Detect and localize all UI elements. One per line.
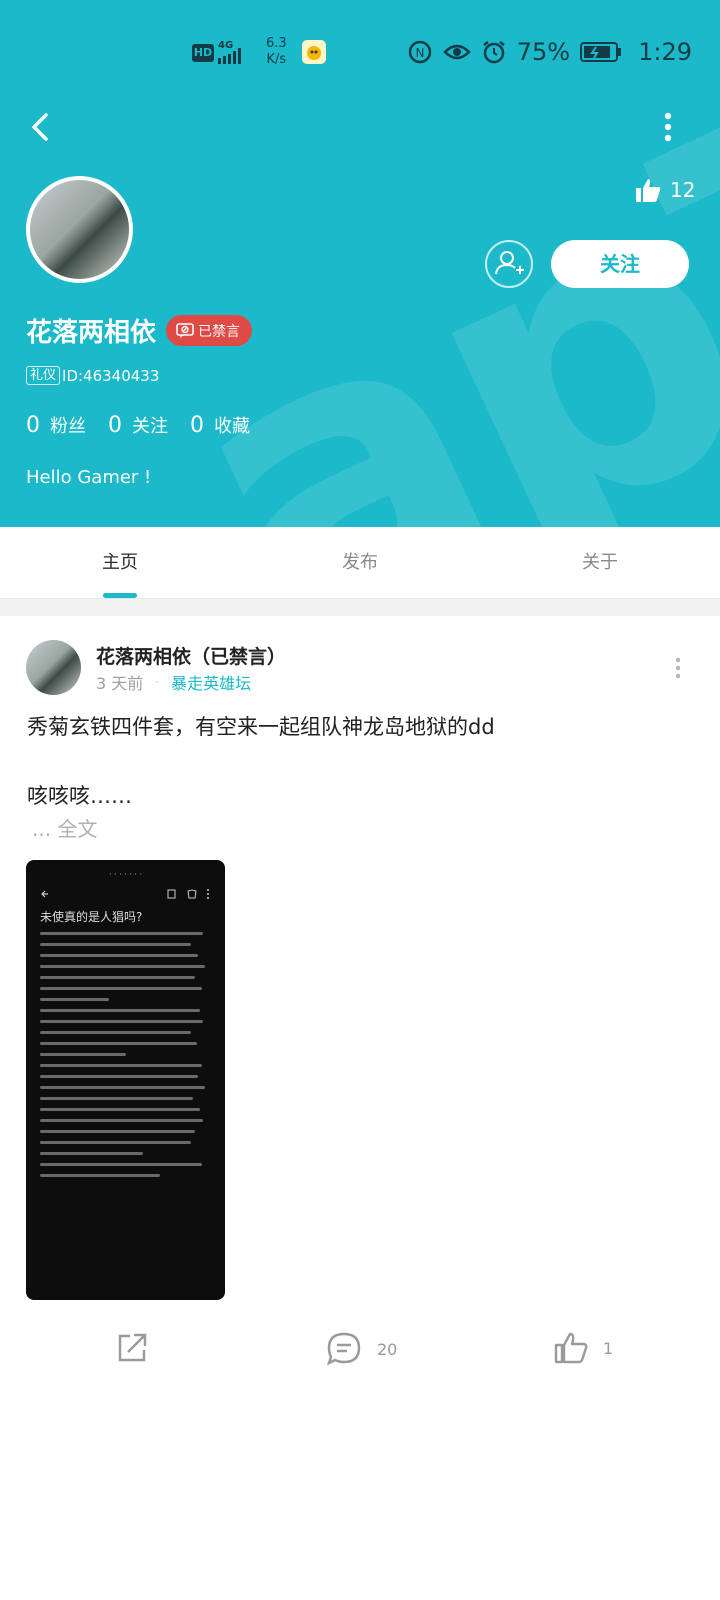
profile-header: apTap HD 4G 6.3 K/s N 75% 1:29 12 关注 花落两… <box>0 0 720 527</box>
follow-button[interactable]: 关注 <box>551 240 689 288</box>
share-button[interactable] <box>114 1330 150 1366</box>
add-friend-button[interactable] <box>485 240 533 288</box>
id-row: 礼仪 ID:46340433 <box>26 366 159 385</box>
signal-icon <box>218 48 241 64</box>
back-button[interactable] <box>26 112 56 142</box>
stat-number: 0 <box>108 413 122 438</box>
post-actions: 20 1 <box>0 1330 720 1380</box>
post-more-button[interactable] <box>672 656 684 680</box>
network-speed: 6.3 K/s <box>266 36 287 67</box>
image-nav-bar <box>41 889 209 899</box>
section-divider <box>0 599 720 616</box>
image-title: 未使真的是人猖吗? <box>40 910 143 924</box>
status-bar: HD 4G 6.3 K/s N 75% 1:29 <box>0 0 720 100</box>
thumbs-up-icon <box>554 1332 588 1364</box>
banned-label: 已禁言 <box>198 323 240 340</box>
profile-stats: 0 粉丝 0 关注 0 收藏 <box>26 412 250 438</box>
banned-badge: 已禁言 <box>166 315 252 346</box>
image-text-lines <box>40 932 212 1185</box>
post-image[interactable]: · · · · · · · 未使真的是人猖吗? <box>26 860 225 1300</box>
post-like-button[interactable]: 1 <box>553 1330 613 1366</box>
battery-percent: 75% <box>516 38 571 66</box>
stat-label: 收藏 <box>214 416 250 437</box>
user-id: ID:46340433 <box>62 366 160 385</box>
more-options-button[interactable] <box>658 112 678 142</box>
svg-text:N: N <box>415 46 424 60</box>
post-full-text-link[interactable]: ... 全文 <box>32 813 97 842</box>
tab-posts[interactable]: 发布 <box>240 527 480 598</box>
post-author-name[interactable]: 花落两相依（已禁言） <box>96 642 286 669</box>
post-text[interactable]: 秀菊玄铁四件套，有空来一起组队神龙岛地狱的dd <box>27 712 495 742</box>
nfc-icon: N <box>408 40 431 64</box>
add-user-icon <box>495 251 524 275</box>
post-meta: 3 天前 · 暴走英雄坛 <box>96 670 251 694</box>
comment-icon <box>326 1332 361 1366</box>
profile-tabs: 主页 发布 关于 <box>0 527 720 599</box>
post-time: 3 天前 <box>96 674 144 693</box>
image-status-bar: · · · · · · · <box>108 870 143 879</box>
profile-like-count: 12 <box>670 178 696 202</box>
post-like-count: 1 <box>603 1338 614 1358</box>
comment-button[interactable]: 20 <box>325 1330 397 1368</box>
etiquette-badge[interactable]: 礼仪 <box>26 366 61 385</box>
stat-followers[interactable]: 0 粉丝 <box>26 412 86 438</box>
profile-like[interactable]: 12 <box>634 176 695 204</box>
post-text-second[interactable]: 咳咳咳…… <box>27 780 132 810</box>
stat-number: 0 <box>26 413 40 438</box>
tab-about[interactable]: 关于 <box>480 527 720 598</box>
banned-icon <box>176 322 194 338</box>
share-icon <box>118 1333 147 1362</box>
stat-following[interactable]: 0 关注 <box>108 412 168 438</box>
stat-favorites[interactable]: 0 收藏 <box>190 412 250 438</box>
stat-number: 0 <box>190 413 204 438</box>
post-author-avatar[interactable] <box>26 640 81 695</box>
stat-label: 粉丝 <box>50 416 86 437</box>
comment-count: 20 <box>377 1339 398 1359</box>
tab-home[interactable]: 主页 <box>0 527 240 598</box>
stat-label: 关注 <box>132 416 168 437</box>
tab-indicator <box>103 593 137 598</box>
hd-indicator: HD <box>192 44 214 62</box>
profile-avatar[interactable] <box>26 176 133 283</box>
notification-app-icon <box>302 40 326 64</box>
status-right: N 75% 1:29 <box>407 38 692 66</box>
alarm-icon <box>483 41 505 64</box>
clock: 1:29 <box>638 38 692 66</box>
thumbs-up-icon <box>636 179 661 202</box>
profile-bio: Hello Gamer ! <box>26 467 152 488</box>
profile-name: 花落两相依 <box>26 318 157 348</box>
post-forum-link[interactable]: 暴走英雄坛 <box>171 670 251 694</box>
separator-dot: · <box>155 675 160 689</box>
eye-icon <box>442 44 471 60</box>
battery-icon <box>580 42 622 62</box>
